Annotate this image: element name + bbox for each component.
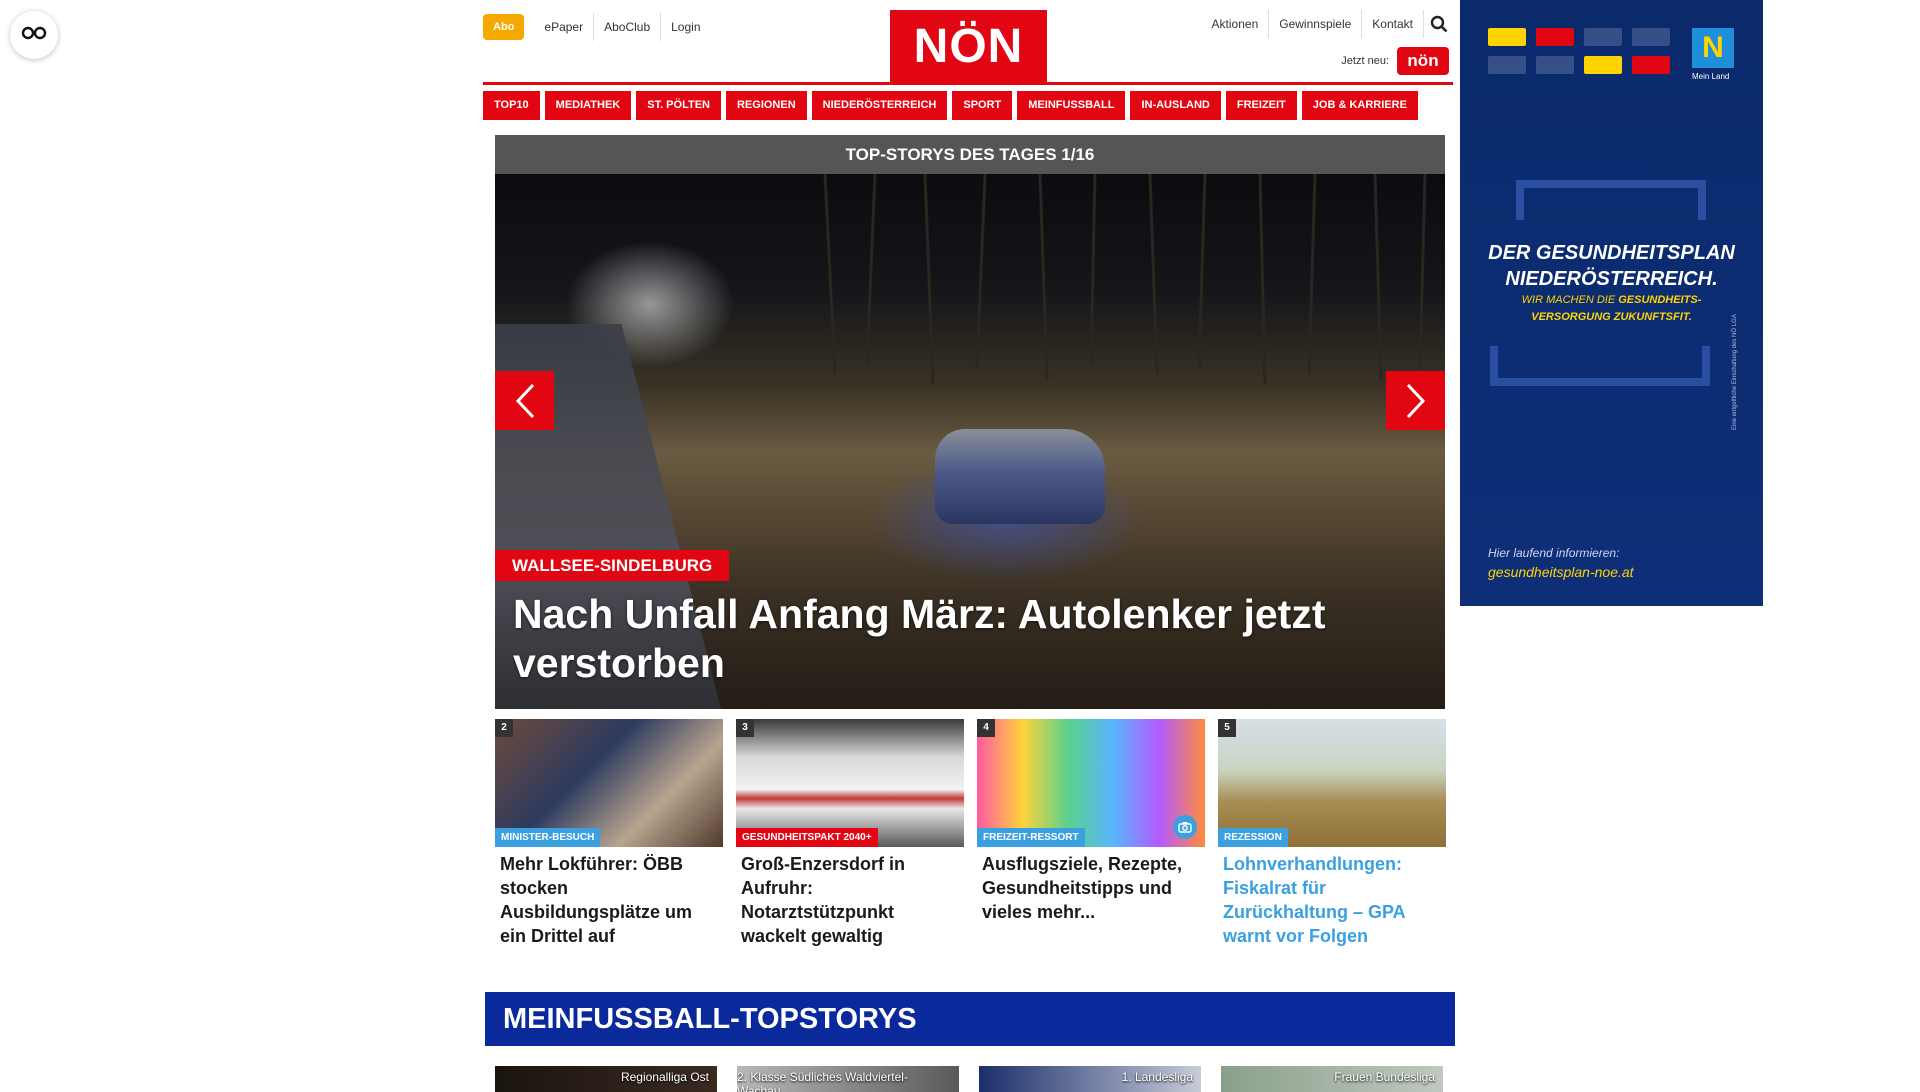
jetzt-neu-label: Jetzt neu: bbox=[1341, 55, 1389, 67]
top-story-slider: TOP-STORYS DES TAGES 1/16 WALLSEE-SINDEL… bbox=[495, 135, 1445, 709]
teaser-image[interactable]: 5 REZESSION bbox=[1218, 719, 1446, 847]
partner-logo bbox=[1536, 28, 1574, 46]
ad-info: Hier laufend informieren: bbox=[1488, 546, 1620, 560]
teaser-image[interactable]: 4 FREIZEIT-RESSORT bbox=[977, 719, 1205, 847]
teaser-title[interactable]: Lohnverhandlungen: Fiskalrat für Zurückh… bbox=[1218, 852, 1446, 948]
aboclub-link[interactable]: AboClub bbox=[593, 13, 660, 41]
service-nav: Aktionen Gewinnspiele Kontakt bbox=[1202, 10, 1453, 38]
slider-title: TOP-STORYS DES TAGES 1/16 bbox=[495, 135, 1445, 174]
meinfussball-teaser[interactable]: 1. Landesliga bbox=[979, 1066, 1201, 1092]
teaser-card[interactable]: 4 FREIZEIT-RESSORT Ausflugsziele, Rezept… bbox=[977, 719, 1205, 948]
noe-logo: N bbox=[1692, 28, 1734, 68]
meinfussball-heading[interactable]: MEINFUSSBALL-TOPSTORYS bbox=[485, 992, 1455, 1046]
kontakt-link[interactable]: Kontakt bbox=[1361, 10, 1423, 38]
teaser-image[interactable]: 3 GESUNDHEITSPAKT 2040+ bbox=[736, 719, 964, 847]
ad-sub-part-3: VERSORGUNG ZUKUNFTSFIT. bbox=[1531, 311, 1692, 323]
teaser-cards: 2 MINISTER-BESUCH Mehr Lokführer: ÖBB st… bbox=[495, 719, 1446, 948]
nav-regionen[interactable]: REGIONEN bbox=[725, 91, 807, 120]
teaser-title[interactable]: Mehr Lokführer: ÖBB stocken Ausbildungsp… bbox=[495, 852, 723, 948]
teaser-card[interactable]: 2 MINISTER-BESUCH Mehr Lokführer: ÖBB st… bbox=[495, 719, 723, 948]
advertisement-banner[interactable]: N Mein Land DER GESUNDHEITSPLAN NIEDERÖS… bbox=[1460, 0, 1763, 606]
site-header: Abo ePaper AboClub Login NÖN Aktionen Ge… bbox=[483, 0, 1453, 88]
teaser-number: 3 bbox=[736, 719, 754, 737]
search-icon[interactable] bbox=[1423, 10, 1453, 38]
ad-headline: DER GESUNDHEITSPLAN NIEDERÖSTERREICH. bbox=[1488, 242, 1735, 290]
meinfussball-teaser[interactable]: Regionalliga Ost bbox=[495, 1066, 717, 1092]
partner-logo bbox=[1584, 56, 1622, 74]
meinfussball-teaser[interactable]: Frauen Bundesliga bbox=[1221, 1066, 1443, 1092]
partner-logo bbox=[1632, 28, 1670, 46]
nav-top10[interactable]: TOP10 bbox=[483, 91, 540, 120]
league-label: Regionalliga Ost bbox=[620, 1070, 709, 1084]
teaser-card[interactable]: 5 REZESSION Lohnverhandlungen: Fiskalrat… bbox=[1218, 719, 1446, 948]
teaser-tag: MINISTER-BESUCH bbox=[495, 828, 601, 847]
teaser-tag: FREIZEIT-RESSORT bbox=[977, 828, 1085, 847]
glasses-icon bbox=[21, 26, 47, 45]
teaser-tag: REZESSION bbox=[1218, 828, 1288, 847]
new-noen-badge[interactable]: nön bbox=[1397, 47, 1449, 75]
teaser-image[interactable]: 2 MINISTER-BESUCH bbox=[495, 719, 723, 847]
login-link[interactable]: Login bbox=[660, 13, 710, 41]
teaser-title[interactable]: Groß-Enzersdorf in Aufruhr: Notarztstütz… bbox=[736, 852, 964, 948]
teaser-number: 2 bbox=[495, 719, 513, 737]
gewinnspiele-link[interactable]: Gewinnspiele bbox=[1268, 10, 1361, 38]
nav-in-ausland[interactable]: IN-AUSLAND bbox=[1130, 91, 1221, 120]
teaser-title[interactable]: Ausflugsziele, Rezepte, Gesundheitstipps… bbox=[977, 852, 1205, 924]
chevron-right-icon bbox=[1406, 383, 1425, 418]
partner-logo bbox=[1488, 28, 1526, 46]
partner-logo bbox=[1584, 28, 1622, 46]
aktionen-link[interactable]: Aktionen bbox=[1202, 10, 1269, 38]
ad-sub-part-2: GESUNDHEITS- bbox=[1618, 294, 1702, 306]
meinfussball-teaser[interactable]: 2. Klasse Südliches Waldviertel-Wachau bbox=[737, 1066, 959, 1092]
reader-mode-button[interactable] bbox=[10, 11, 58, 59]
hero-headline[interactable]: Nach Unfall Anfang März: Autolenker jetz… bbox=[513, 590, 1423, 688]
epaper-link[interactable]: ePaper bbox=[534, 13, 593, 41]
nav-mediathek[interactable]: MEDIATHEK bbox=[544, 91, 632, 120]
slider-prev-button[interactable] bbox=[495, 371, 554, 430]
crashed-car bbox=[935, 429, 1105, 524]
abo-button[interactable]: Abo bbox=[483, 14, 525, 40]
hero-region-tag[interactable]: WALLSEE-SINDELBURG bbox=[495, 550, 730, 581]
bracket-bottom bbox=[1490, 346, 1710, 386]
nav-st-poelten[interactable]: ST. PÖLTEN bbox=[636, 91, 721, 120]
ad-url[interactable]: gesundheitsplan-noe.at bbox=[1488, 564, 1634, 580]
teaser-number: 5 bbox=[1218, 719, 1236, 737]
nav-niederoesterreich[interactable]: NIEDERÖSTERREICH bbox=[811, 91, 948, 120]
partner-logo bbox=[1632, 56, 1670, 74]
slider-next-button[interactable] bbox=[1386, 371, 1445, 430]
category-nav: TOP10 MEDIATHEK ST. PÖLTEN REGIONEN NIED… bbox=[483, 91, 1453, 120]
partner-logo bbox=[1536, 56, 1574, 74]
league-label: 1. Landesliga bbox=[1121, 1070, 1193, 1084]
teaser-card[interactable]: 3 GESUNDHEITSPAKT 2040+ Groß-Enzersdorf … bbox=[736, 719, 964, 948]
league-label: 2. Klasse Südliches Waldviertel-Wachau bbox=[737, 1070, 908, 1092]
top-nav: Abo ePaper AboClub Login bbox=[483, 13, 711, 41]
nav-sport[interactable]: SPORT bbox=[952, 91, 1013, 120]
teaser-tag: GESUNDHEITSPAKT 2040+ bbox=[736, 828, 878, 847]
ad-disclaimer: Eine entgeltliche Einschaltung des NÖ LG… bbox=[1732, 314, 1738, 430]
bracket-top bbox=[1516, 180, 1706, 220]
nav-job-karriere[interactable]: JOB & KARRIERE bbox=[1301, 91, 1418, 120]
noen-logo[interactable]: NÖN bbox=[890, 10, 1047, 84]
camera-icon bbox=[1173, 815, 1197, 839]
nav-freizeit[interactable]: FREIZEIT bbox=[1225, 91, 1297, 120]
partner-logo bbox=[1488, 56, 1526, 74]
ad-sub-part-1: WIR MACHEN DIE bbox=[1521, 294, 1616, 306]
jetzt-neu: Jetzt neu: nön bbox=[1341, 47, 1449, 75]
chevron-left-icon bbox=[515, 383, 534, 418]
ad-subline: WIR MACHEN DIE GESUNDHEITS- VERSORGUNG Z… bbox=[1470, 292, 1753, 326]
nav-meinfussball[interactable]: MEINFUSSBALL bbox=[1017, 91, 1126, 120]
partner-logos bbox=[1488, 28, 1670, 74]
meinfussball-teasers: Regionalliga Ost 2. Klasse Südliches Wal… bbox=[495, 1066, 1445, 1092]
league-label: Frauen Bundesliga bbox=[1334, 1070, 1435, 1084]
mein-land-label: Mein Land bbox=[1692, 72, 1730, 81]
header-divider bbox=[483, 82, 1453, 85]
tree-silhouettes bbox=[823, 174, 1427, 385]
teaser-number: 4 bbox=[977, 719, 995, 737]
